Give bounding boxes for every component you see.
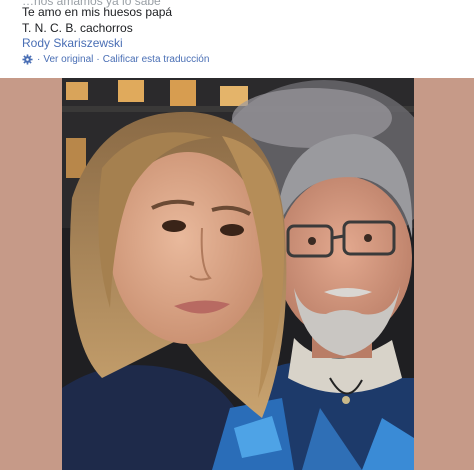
photo-illustration [62,78,414,470]
post-text-block: …nos amamos ya lo sabe Te amo en mis hue… [0,0,474,78]
post-photo[interactable] [62,78,414,470]
photo-frame [0,78,474,470]
separator-dot: · [96,53,100,65]
gear-icon[interactable] [22,53,33,65]
see-original-link[interactable]: Ver original [43,54,93,65]
post-line-1: Te amo en mis huesos papá [22,5,173,19]
post-line-2: T. N. C. B. cachorros [22,21,133,35]
author-link[interactable]: Rody Skariszewski [22,36,123,50]
separator-dot: · [37,53,41,65]
translation-row: · Ver original · Calificar esta traducci… [22,52,209,66]
rate-translation-link[interactable]: Calificar esta traducción [103,54,210,65]
